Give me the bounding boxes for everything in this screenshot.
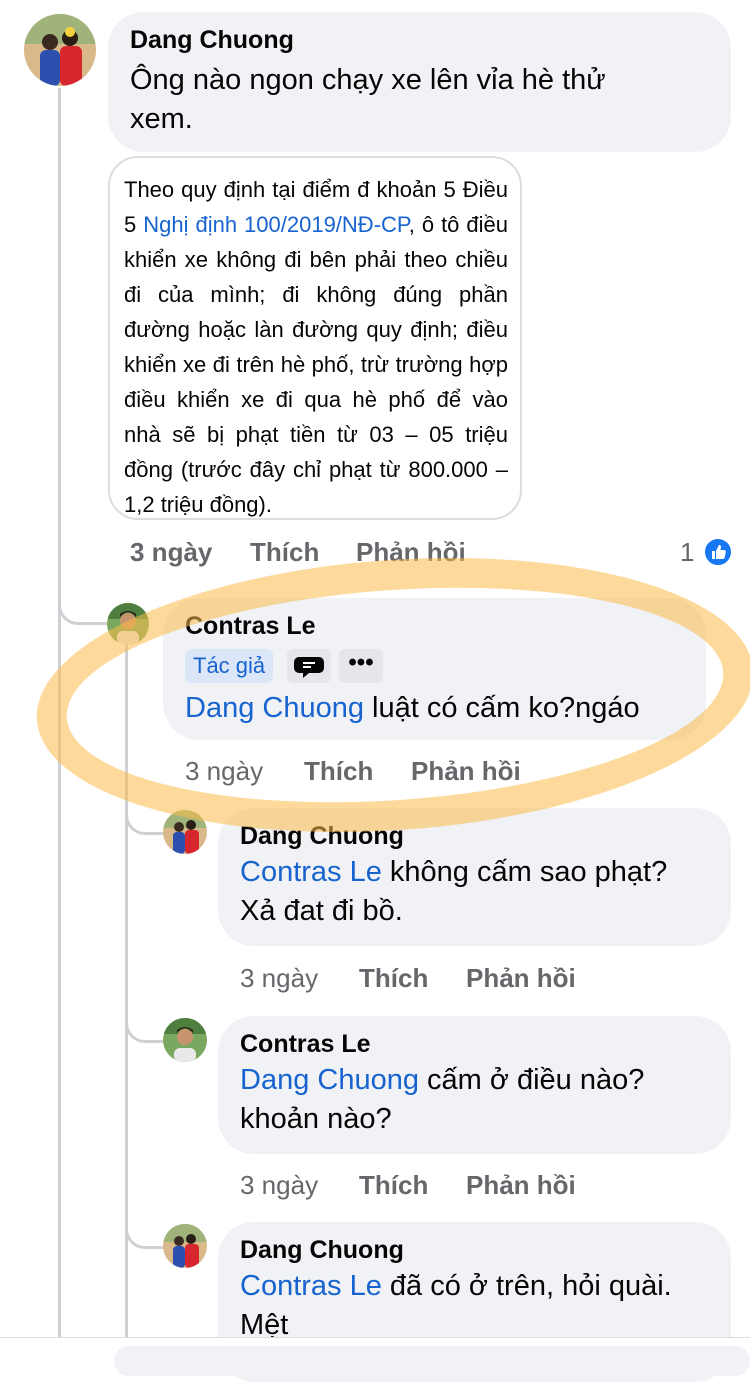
- chat-bubble-icon[interactable]: [287, 649, 331, 683]
- comment-time[interactable]: 3 ngày: [130, 537, 212, 568]
- mention-link[interactable]: Dang Chuong: [185, 692, 364, 724]
- reply-button[interactable]: Phản hồi: [466, 963, 576, 994]
- comment-text-line: Contras Le đã có ở trên, hỏi quài.: [240, 1270, 672, 1302]
- comment-actions: 3 ngày Thích Phản hồi: [240, 1170, 690, 1204]
- comment-text-line: Contras Le không cấm sao phạt?: [240, 856, 668, 888]
- comment-text-line: xem.: [130, 103, 193, 135]
- thread-connector-reply3: [125, 1016, 166, 1043]
- thread-line-sub: [125, 642, 128, 1359]
- reaction-count[interactable]: 1: [680, 537, 694, 568]
- comment-text: Dang Chuong luật có cấm ko?ngáo: [185, 692, 640, 724]
- reply-button[interactable]: Phản hồi: [466, 1170, 576, 1201]
- comment-bubble[interactable]: Dang Chuong Ông nào ngon chạy xe lên vỉa…: [108, 12, 731, 152]
- quoted-attachment[interactable]: Theo quy định tại điểm đ khoản 5 Điều 5 …: [108, 156, 522, 520]
- comment-bubble[interactable]: Dang Chuong Contras Le không cấm sao phạ…: [218, 808, 731, 946]
- avatar[interactable]: [24, 14, 96, 86]
- like-button[interactable]: Thích: [359, 1170, 428, 1201]
- comment-actions: 3 ngày Thích Phản hồi: [240, 963, 690, 997]
- more-dots-icon[interactable]: •••: [339, 649, 383, 683]
- comment-actions: 3 ngày Thích Phản hồi 1: [130, 537, 733, 574]
- author-badges: Tác giả •••: [185, 649, 706, 685]
- reply-button[interactable]: Phản hồi: [411, 756, 521, 787]
- comment-text-line: khoản nào?: [240, 1103, 392, 1135]
- comment-bubble[interactable]: Contras Le Dang Chuong cấm ở điều nào? k…: [218, 1016, 731, 1154]
- thread-line-main: [58, 88, 61, 1359]
- mention-link[interactable]: Contras Le: [240, 856, 382, 888]
- thumbs-up-icon[interactable]: [703, 537, 733, 574]
- avatar[interactable]: [163, 810, 207, 854]
- author-badge: Tác giả: [185, 649, 274, 683]
- avatar[interactable]: [163, 1224, 207, 1268]
- comment-text-line: Dang Chuong cấm ở điều nào?: [240, 1064, 645, 1096]
- like-button[interactable]: Thích: [250, 537, 319, 568]
- attachment-link[interactable]: Nghị định 100/2019/NĐ-CP: [143, 212, 409, 237]
- like-button[interactable]: Thích: [359, 963, 428, 994]
- comment-author[interactable]: Contras Le: [240, 1030, 731, 1059]
- comment-bubble[interactable]: Contras Le Tác giả ••• Dang Chuong luật …: [163, 598, 706, 740]
- comment-time[interactable]: 3 ngày: [240, 1170, 318, 1201]
- comment-composer[interactable]: [114, 1346, 750, 1376]
- thread-connector-reply1: [58, 598, 111, 625]
- attachment-text: Theo quy định tại điểm đ khoản 5 Điều 5 …: [124, 177, 508, 517]
- comment-time[interactable]: 3 ngày: [185, 756, 263, 787]
- comment-time[interactable]: 3 ngày: [240, 963, 318, 994]
- like-button[interactable]: Thích: [304, 756, 373, 787]
- comment-text-line: Ông nào ngon chạy xe lên vỉa hè thử: [130, 64, 606, 96]
- reply-button[interactable]: Phản hồi: [356, 537, 466, 568]
- thread-connector-reply4: [125, 1222, 166, 1249]
- comment-text-line: Xả đat đi bồ.: [240, 895, 403, 927]
- thread-connector-reply2: [125, 808, 166, 835]
- comment-actions: 3 ngày Thích Phản hồi: [185, 756, 685, 790]
- mention-link[interactable]: Dang Chuong: [240, 1064, 419, 1096]
- comment-author[interactable]: Dang Chuong: [130, 26, 731, 55]
- mention-link[interactable]: Contras Le: [240, 1270, 382, 1302]
- comment-author[interactable]: Dang Chuong: [240, 822, 731, 851]
- avatar[interactable]: [107, 603, 149, 645]
- comment-author[interactable]: Dang Chuong: [240, 1236, 731, 1265]
- bottom-bar: [0, 1337, 750, 1376]
- avatar[interactable]: [163, 1018, 207, 1062]
- comment-author[interactable]: Contras Le: [185, 612, 706, 641]
